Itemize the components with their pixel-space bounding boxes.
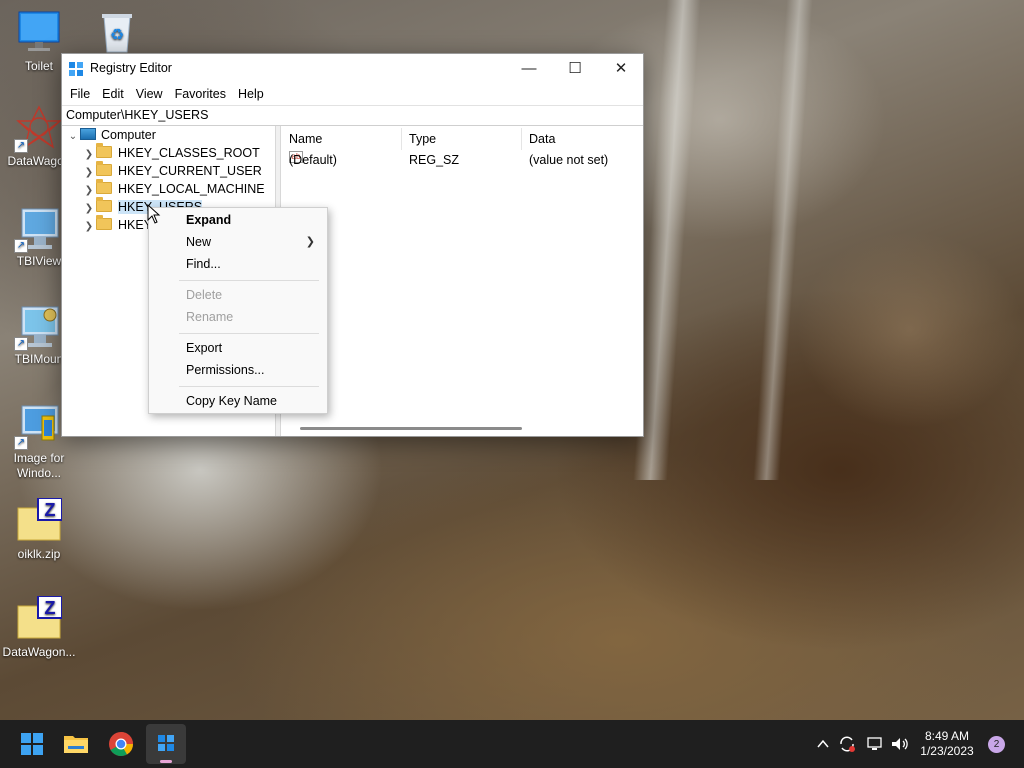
wallpaper-streak <box>753 0 813 480</box>
menu-item-find[interactable]: Find... <box>149 253 327 275</box>
active-app-indicator <box>160 760 172 763</box>
tbiview-icon: ↗ <box>14 205 62 253</box>
shortcut-arrow-icon: ↗ <box>14 337 28 351</box>
zip-file-icon: Z <box>16 497 63 544</box>
tree-item-hkey-current-user[interactable]: ❯ HKEY_CURRENT_USER <box>82 161 262 180</box>
menu-separator <box>179 386 319 387</box>
menu-bar: File Edit View Favorites Help <box>62 83 643 105</box>
chevron-up-icon[interactable] <box>816 737 830 751</box>
menu-item-delete: Delete <box>186 288 223 302</box>
network-icon[interactable] <box>866 735 884 753</box>
menu-view[interactable]: View <box>130 87 169 101</box>
desktop-icon-label: Image for Windo... <box>13 451 65 480</box>
value-row[interactable]: ab (Default) REG_SZ (value not set) <box>282 151 643 169</box>
menu-item-expand[interactable]: Expand <box>149 209 327 231</box>
menu-item-export[interactable]: Export <box>149 337 327 359</box>
column-header-type[interactable]: Type <box>402 128 522 150</box>
desktop-icon-recycle-bin[interactable]: ♻ <box>78 10 156 59</box>
monitor-icon <box>16 10 62 56</box>
clock-time: 8:49 AM <box>924 729 970 743</box>
folder-icon <box>96 143 112 158</box>
menu-favorites[interactable]: Favorites <box>169 87 232 101</box>
folder-icon <box>96 161 112 176</box>
desktop-icon-datawagon-zip[interactable]: Z DataWagon... <box>0 595 78 660</box>
window-title: Registry Editor <box>90 61 172 75</box>
menu-item-label: New <box>186 235 212 249</box>
file-explorer-button[interactable] <box>56 724 96 764</box>
folder-icon <box>64 736 88 753</box>
menu-item-rename: Rename <box>186 310 234 324</box>
close-button[interactable]: ✕ <box>598 54 644 83</box>
svg-text:Z: Z <box>45 500 56 520</box>
menu-separator <box>179 333 319 334</box>
menu-help[interactable]: Help <box>232 87 270 101</box>
title-bar[interactable]: Registry Editor — ☐ ✕ <box>62 54 643 83</box>
chevron-right-icon: ❯ <box>305 236 315 248</box>
values-list: Name Type Data ab (Default) REG_SZ (value… <box>282 126 643 436</box>
clock-date: 1/23/2023 <box>920 744 974 758</box>
folder-icon <box>96 197 112 212</box>
zip-file-icon: Z <box>16 595 63 642</box>
desktop-icon-label: oiklk.zip <box>17 547 61 561</box>
tree-item-hkey-local-machine[interactable]: ❯ HKEY_LOCAL_MACHINE <box>82 179 265 198</box>
context-menu: Expand New ❯ Find... Delete Rename Expor… <box>148 207 328 414</box>
chrome-button[interactable] <box>101 724 141 764</box>
value-type: REG_SZ <box>409 153 460 167</box>
sync-icon[interactable] <box>838 735 856 753</box>
notification-badge[interactable]: 2 <box>988 736 1005 753</box>
maximize-button[interactable]: ☐ <box>552 54 598 83</box>
address-bar[interactable]: Computer\HKEY_USERS <box>62 105 643 126</box>
shortcut-arrow-icon: ↗ <box>14 239 28 253</box>
menu-item-copy-key-name[interactable]: Copy Key Name <box>149 390 327 412</box>
menu-edit[interactable]: Edit <box>96 87 130 101</box>
tree-label: HKEY_CLASSES_ROOT <box>118 146 260 160</box>
tree-root-computer[interactable]: ⌄ Computer <box>66 126 156 144</box>
list-header: Name Type Data <box>282 128 643 150</box>
horizontal-scrollbar[interactable] <box>300 427 522 430</box>
recycle-bin-icon: ♻ <box>94 10 140 56</box>
chevron-right-icon[interactable]: ❯ <box>82 218 96 236</box>
tree-label: HKEY_LOCAL_MACHINE <box>118 182 265 196</box>
system-tray <box>812 720 922 768</box>
shortcut-arrow-icon: ↗ <box>14 436 28 450</box>
registry-editor-icon <box>69 62 83 76</box>
volume-icon[interactable] <box>890 735 910 753</box>
desktop-icon-label: DataWagon... <box>2 645 76 659</box>
tbimount-icon: ↗ <box>14 303 62 351</box>
windows-logo-icon <box>21 733 43 755</box>
menu-file[interactable]: File <box>64 87 96 101</box>
tree-label: Computer <box>101 128 156 142</box>
value-name: (Default) <box>289 153 337 167</box>
svg-text:Z: Z <box>45 598 56 618</box>
value-data: (value not set) <box>529 153 609 167</box>
chevron-down-icon[interactable]: ⌄ <box>66 128 80 146</box>
clock[interactable]: 8:49 AM 1/23/2023 <box>917 729 977 759</box>
datawagon-icon: ↗ <box>14 105 62 153</box>
computer-icon <box>80 128 96 140</box>
registry-editor-icon <box>158 735 174 751</box>
image-for-windows-icon: ↗ <box>14 402 62 450</box>
chrome-icon <box>109 732 133 757</box>
svg-text:♻: ♻ <box>110 27 124 44</box>
menu-item-new[interactable]: New ❯ <box>149 231 327 253</box>
desktop-icon-oiklk-zip[interactable]: Z oiklk.zip <box>0 497 78 562</box>
start-button[interactable] <box>12 724 52 764</box>
taskbar: 8:49 AM 1/23/2023 2 <box>0 720 1024 768</box>
mouse-cursor-icon <box>147 204 161 224</box>
tree-label: HKEY_CURRENT_USER <box>118 164 262 178</box>
menu-separator <box>179 280 319 281</box>
shortcut-arrow-icon: ↗ <box>14 139 28 153</box>
folder-icon <box>96 215 112 230</box>
column-header-name[interactable]: Name <box>282 128 402 150</box>
minimize-button[interactable]: — <box>506 54 552 83</box>
menu-item-permissions[interactable]: Permissions... <box>149 359 327 381</box>
registry-editor-taskbar-button[interactable] <box>146 724 186 764</box>
folder-icon <box>96 179 112 194</box>
column-header-data[interactable]: Data <box>522 128 644 150</box>
tree-item-hkey-classes-root[interactable]: ❯ HKEY_CLASSES_ROOT <box>82 143 260 162</box>
